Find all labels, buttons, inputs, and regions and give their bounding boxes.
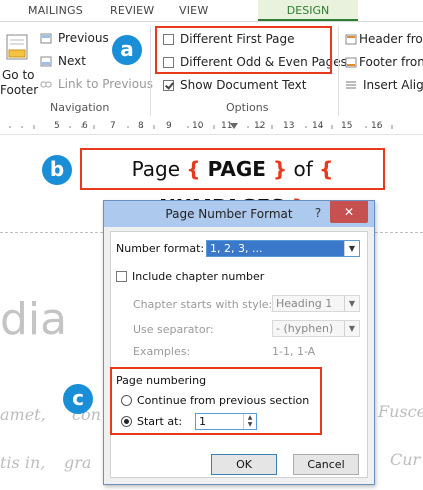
tab-view[interactable]: VIEW (179, 4, 208, 17)
close-button[interactable]: ✕ (330, 201, 368, 223)
insert-alignment-tab-button[interactable]: Insert Align (345, 78, 423, 94)
show-document-text-label: Show Document Text (180, 78, 307, 92)
separator-value: - (hyphen) (276, 322, 334, 335)
ruler-number: 8 (138, 121, 144, 131)
options-group-label: Options (226, 101, 269, 114)
alignment-tab-icon (346, 81, 356, 89)
next-button[interactable]: Next (40, 54, 120, 70)
include-chapter-checkbox[interactable]: Include chapter number (116, 270, 296, 284)
horizontal-ruler: 5 6 7 8 9 10 11 12 13 14 15 16 (0, 120, 423, 135)
examples-label: Examples: (133, 345, 191, 358)
link-icon (40, 81, 52, 88)
document-text: Cur (390, 450, 421, 469)
examples-value: 1-1, 1-A (272, 345, 316, 358)
highlight-box-page-numbering (110, 367, 322, 435)
go-to-label-2: Footer (0, 83, 39, 97)
field-brace: } (265, 157, 288, 181)
ruler-number: 6 (82, 121, 88, 131)
document-text: tis in, (0, 453, 46, 472)
footer-position-icon (345, 57, 357, 68)
ribbon-tabs: MAILINGS REVIEW VIEW DESIGN (0, 0, 423, 21)
separator-label: Use separator: (133, 323, 214, 336)
ruler-number: 14 (312, 121, 324, 131)
next-icon (40, 56, 52, 67)
page-field-code[interactable]: Page { PAGE } of { NUMPAGES } (80, 148, 385, 219)
header-position-icon (345, 34, 357, 45)
footer-icon (6, 34, 28, 60)
document-text: Fusce (378, 402, 423, 421)
field-brace: { (186, 157, 208, 181)
header-from-top-field[interactable]: Header fron (345, 32, 423, 48)
badge-a: a (112, 35, 142, 65)
header-from-label: Header fron (359, 32, 423, 46)
previous-button[interactable]: Previous (40, 31, 120, 47)
highlight-box-options (155, 26, 332, 74)
tab-review[interactable]: REVIEW (110, 4, 154, 17)
go-to-footer-button[interactable]: Go to Footer (0, 28, 39, 98)
cancel-button[interactable]: Cancel (293, 454, 359, 475)
ruler-tab-marker[interactable] (229, 123, 239, 131)
field-brace: { (319, 157, 334, 181)
page-number-format-dialog: Page Number Format ? ✕ Number format: 1,… (103, 200, 375, 485)
page-field: PAGE (207, 157, 266, 181)
ruler-number: 16 (371, 121, 383, 131)
chapter-style-select: Heading 1 ▼ (272, 295, 360, 312)
next-label: Next (58, 54, 86, 68)
document-text: amet, (0, 405, 46, 424)
number-format-select[interactable]: 1, 2, 3, ... ▼ (206, 240, 360, 257)
dialog-body: Number format: 1, 2, 3, ... ▼ Include ch… (110, 231, 368, 478)
footer-from-label: Footer fron (359, 55, 423, 69)
link-to-previous-label: Link to Previous (58, 77, 153, 91)
ok-button[interactable]: OK (211, 454, 277, 475)
group-divider (338, 26, 339, 116)
number-format-label: Number format: (116, 242, 205, 255)
tab-mailings[interactable]: MAILINGS (28, 4, 83, 17)
document-heading: dia (0, 294, 68, 345)
checkbox-box (116, 271, 127, 282)
insert-alignment-label: Insert Align (363, 78, 423, 92)
checkbox-box (163, 80, 174, 91)
ruler-number: 15 (341, 121, 353, 131)
ruler-number: 9 (166, 121, 172, 131)
dialog-title-bar[interactable]: Page Number Format ? ✕ (104, 201, 374, 227)
separator-select: - (hyphen) ▼ (272, 320, 360, 337)
go-to-label-1: Go to (2, 68, 35, 82)
group-divider (150, 26, 151, 116)
field-prefix: Page (131, 157, 187, 181)
number-format-value: 1, 2, 3, ... (210, 242, 263, 255)
navigation-group-label: Navigation (50, 101, 110, 114)
field-middle: of (287, 157, 320, 181)
badge-b: b (42, 155, 72, 185)
chevron-down-icon: ▼ (344, 296, 359, 311)
ruler-number: 12 (254, 121, 266, 131)
previous-icon (40, 33, 52, 44)
ruler-number: 7 (110, 121, 116, 131)
help-button[interactable]: ? (307, 203, 329, 223)
show-document-text-checkbox[interactable]: Show Document Text (163, 78, 313, 94)
link-to-previous-button: Link to Previous (40, 77, 153, 93)
include-chapter-label: Include chapter number (132, 270, 265, 283)
chapter-style-label: Chapter starts with style: (133, 298, 273, 311)
ruler-number: 5 (54, 121, 60, 131)
chapter-style-value: Heading 1 (276, 297, 333, 310)
chevron-down-icon: ▼ (344, 321, 359, 336)
footer-from-bottom-field[interactable]: Footer fron (345, 55, 423, 71)
previous-label: Previous (58, 31, 109, 45)
tab-design[interactable]: DESIGN (258, 0, 358, 21)
ruler-ticks (9, 125, 393, 129)
badge-c: c (63, 384, 93, 414)
chevron-down-icon: ▼ (344, 241, 359, 256)
document-text: gra (64, 453, 92, 472)
ruler-number: 10 (192, 121, 204, 131)
ruler-number: 13 (283, 121, 295, 131)
